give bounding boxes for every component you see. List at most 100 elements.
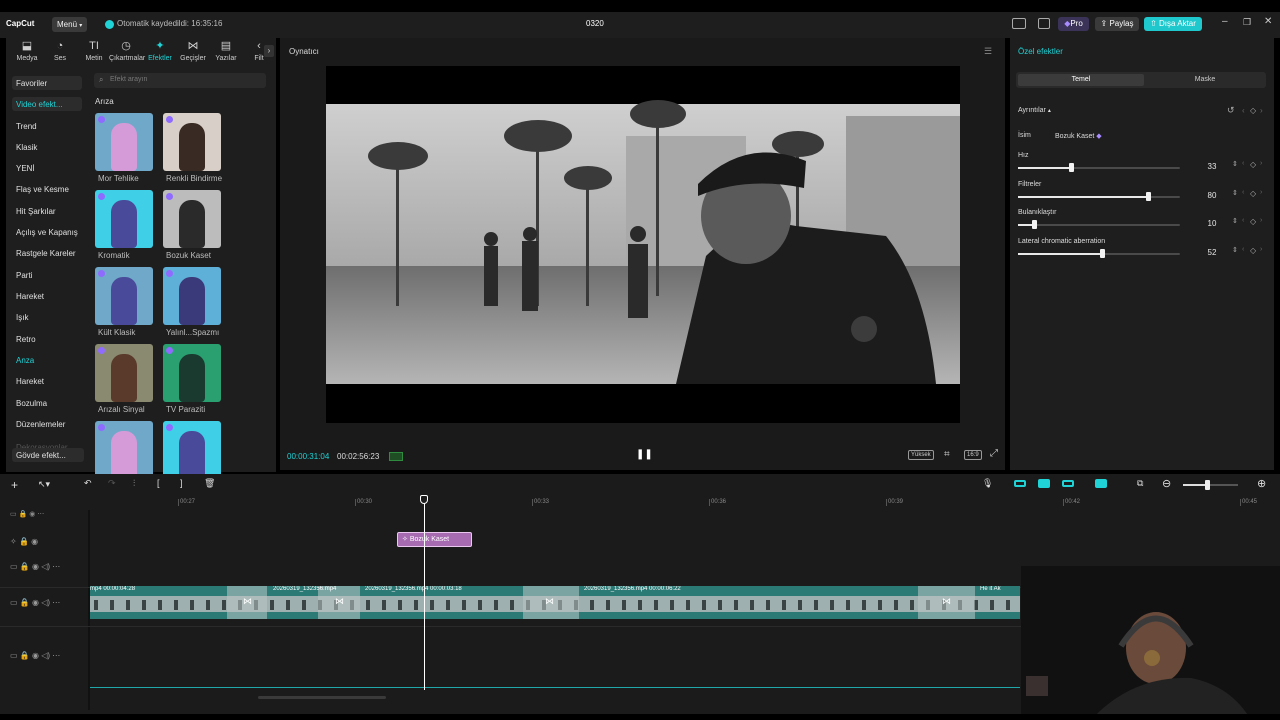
zoom-slider[interactable] [1183,480,1238,490]
tab-audio[interactable]: ◔ Ses [43,40,77,62]
mute-icon[interactable]: ◁) [41,562,50,571]
effect-thumbnail[interactable] [95,113,153,171]
category-item[interactable]: Gövde efekt... [12,448,84,462]
minimize-icon[interactable]: – [1222,16,1228,27]
trim-left-icon[interactable]: [ [157,478,160,488]
category-item[interactable]: Işık [16,313,28,322]
visibility-icon[interactable]: ◉ [31,537,38,546]
category-item[interactable]: Düzenlemeler [16,420,65,429]
stepper-icon[interactable]: ⇕ [1232,160,1238,168]
category-item[interactable]: Parti [16,271,32,280]
category-item[interactable]: Anza [16,356,34,365]
category-item[interactable]: Açılış ve Kapanış [16,228,78,237]
prev-keyframe-icon[interactable]: ‹ [1242,189,1244,196]
time-ruler[interactable]: 00:27 00:30 00:33 00:36 00:39 00:42 00:45 [90,496,1280,510]
mute-icon[interactable]: ◁) [41,651,50,660]
effect-thumbnail[interactable] [163,190,221,248]
quality-button[interactable]: Yüksek [908,450,934,460]
playhead-handle[interactable] [420,495,428,504]
tab-transition[interactable]: ⋈ Geçişler [176,40,210,62]
param-value-input[interactable]: 33 [1192,160,1232,174]
next-tabs-icon[interactable]: › [264,45,274,57]
tab-effects[interactable]: ✦ Efektler [143,40,177,62]
next-keyframe-icon[interactable]: › [1260,160,1262,167]
tab-text[interactable]: TI Metin [77,40,111,62]
keyframe-icon[interactable]: ◇ [1250,189,1256,198]
search-input[interactable]: Efekt arayın [110,76,147,83]
slider-knob[interactable] [1032,220,1038,229]
reset-icon[interactable]: ↺ [1227,105,1235,116]
horizontal-scrollbar[interactable] [258,696,386,699]
stepper-icon[interactable]: ⇕ [1232,246,1238,254]
category-item[interactable]: Klasik [16,143,37,152]
split-icon[interactable]: ⫶ [133,478,135,489]
pro-button[interactable]: ◆Pro [1058,17,1089,31]
effect-thumbnail[interactable] [95,267,153,325]
stepper-icon[interactable]: ⇕ [1232,189,1238,197]
menu-button[interactable]: Menü ▾ [52,17,87,32]
next-keyframe-icon[interactable]: › [1260,217,1262,224]
zoom-in-icon[interactable]: ⊕ [1257,477,1266,490]
stepper-icon[interactable]: ⇕ [1232,217,1238,225]
category-item[interactable]: Hit Şarkılar [16,207,56,216]
category-item[interactable]: Retro [16,335,36,344]
tab-media[interactable]: ⬓ Medya [10,40,44,62]
playhead[interactable] [424,500,425,690]
shortcuts-icon[interactable] [1038,18,1050,29]
undo-icon[interactable]: ↶ [84,478,92,489]
keyframe-icon[interactable]: ◇ [1250,246,1256,255]
transition-icon[interactable]: ⋈ [243,596,252,607]
lock-icon[interactable]: 🔒 [20,598,30,607]
prev-keyframe-icon[interactable]: ‹ [1242,106,1245,115]
redo-icon[interactable]: ↷ [108,478,116,489]
slider-knob[interactable] [1100,248,1106,258]
close-icon[interactable]: ✕ [1264,16,1272,27]
category-item[interactable]: Favoriler [12,76,82,90]
tab-sticker[interactable]: ◷ Çıkartmalar [109,40,145,62]
param-slider[interactable] [1018,163,1180,172]
delete-icon[interactable]: 🗑 [204,478,215,489]
keyframe-icon[interactable]: ◇ [1250,217,1256,226]
effect-thumbnail[interactable] [163,113,221,171]
param-slider[interactable] [1018,248,1180,258]
tab-basic[interactable]: Temel [1018,74,1144,86]
next-keyframe-icon[interactable]: › [1260,246,1262,253]
category-item[interactable]: YENİ [16,164,35,173]
prev-keyframe-icon[interactable]: ‹ [1242,217,1244,224]
select-tool-icon[interactable]: ↖▾ [38,479,50,490]
param-value-input[interactable]: 10 [1192,217,1232,231]
slider-knob[interactable] [1069,163,1075,172]
effect-clip[interactable]: ✧ Bozuk Kaset [397,532,472,547]
next-keyframe-icon[interactable]: › [1260,189,1262,196]
next-keyframe-icon[interactable]: › [1260,106,1263,115]
transition-icon[interactable]: ⋈ [335,596,344,607]
maximize-icon[interactable]: ❐ [1243,17,1251,28]
category-item[interactable]: Rastgele Kareler [16,249,76,258]
add-track-icon[interactable]: + [11,478,18,492]
fullscreen-icon[interactable]: ⤢ [990,448,998,459]
zoom-knob[interactable] [1205,480,1210,490]
param-slider[interactable] [1018,220,1180,229]
keyframe-icon[interactable]: ◇ [1250,160,1256,169]
effect-thumbnail[interactable] [163,344,221,402]
main-track-magnet-icon[interactable] [1014,480,1026,487]
effect-thumbnail[interactable] [95,190,153,248]
main-video-track[interactable]: mp4 00:00:04:28 20260319_132356.mp4 2026… [90,586,1020,619]
category-item[interactable]: Hareket [16,377,44,386]
effect-thumbnail[interactable] [95,344,153,402]
effect-thumbnail[interactable] [95,421,153,479]
layout-icon[interactable] [1012,18,1026,29]
category-item[interactable]: Flaş ve Kesme [16,185,69,194]
aspect-ratio-button[interactable]: 16:9 [964,450,982,460]
visibility-icon[interactable]: ◉ [32,598,39,607]
zoom-out-icon[interactable]: ⊖ [1162,477,1171,490]
more-icon[interactable]: ⋯ [52,562,60,571]
category-item[interactable]: Video efekt... [12,97,82,111]
transition-icon[interactable]: ⋈ [942,596,951,607]
transition-icon[interactable]: ⋈ [545,596,554,607]
share-button[interactable]: ⇪ Paylaş [1095,17,1139,31]
more-icon[interactable]: ⋯ [52,651,60,660]
effect-thumbnail[interactable] [163,267,221,325]
prev-keyframe-icon[interactable]: ‹ [1242,160,1244,167]
more-icon[interactable]: ⋯ [52,598,60,607]
